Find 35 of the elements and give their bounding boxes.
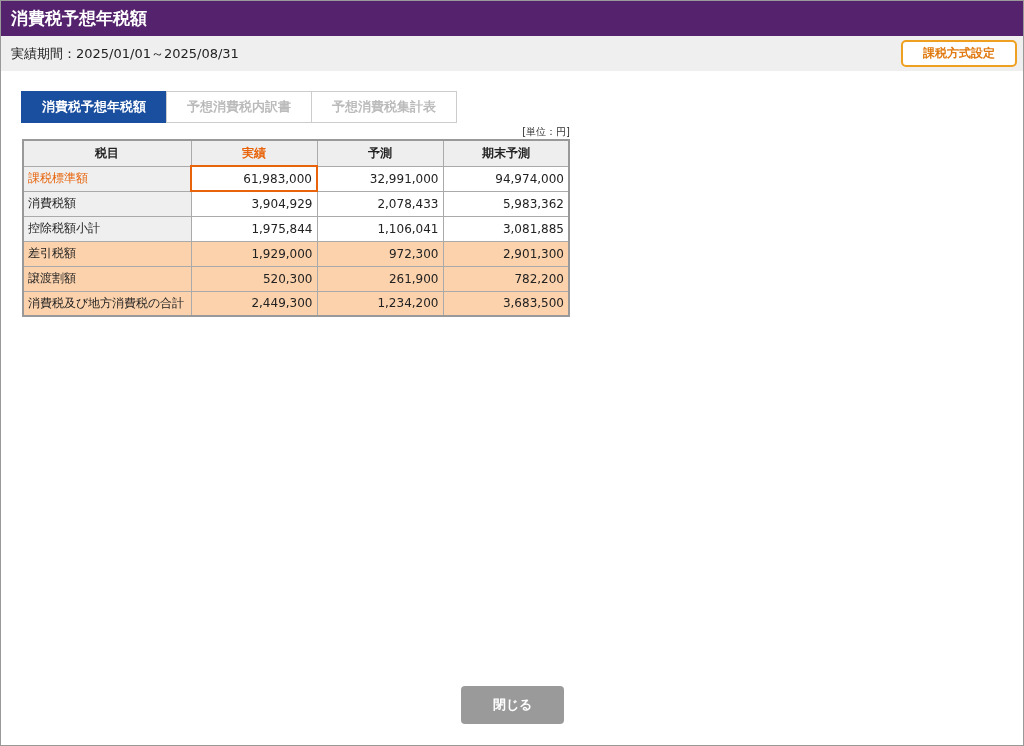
tax-method-settings-button[interactable]: 課税方式設定 xyxy=(901,40,1017,67)
tab[interactable]: 予想消費税集計表 xyxy=(311,91,457,123)
column-header: 期末予測 xyxy=(443,140,569,166)
row-label: 消費税及び地方消費税の合計 xyxy=(23,291,191,316)
table-cell: 782,200 xyxy=(443,266,569,291)
window-title: 消費税予想年税額 xyxy=(1,1,1023,36)
unit-label: [単位：円] xyxy=(521,125,570,139)
table-cell: 3,683,500 xyxy=(443,291,569,316)
column-header: 予測 xyxy=(317,140,443,166)
row-label: 消費税額 xyxy=(23,191,191,216)
table-cell: 520,300 xyxy=(191,266,317,291)
table-cell: 2,449,300 xyxy=(191,291,317,316)
tab[interactable]: 予想消費税内訳書 xyxy=(166,91,312,123)
row-label: 譲渡割額 xyxy=(23,266,191,291)
period-label: 実績期間：2025/01/01～2025/08/31 xyxy=(11,44,239,63)
table-cell: 972,300 xyxy=(317,241,443,266)
table-cell: 1,106,041 xyxy=(317,216,443,241)
tab[interactable]: 消費税予想年税額 xyxy=(21,91,167,123)
row-label: 課税標準額 xyxy=(23,166,191,191)
table-cell: 2,901,300 xyxy=(443,241,569,266)
table-cell: 32,991,000 xyxy=(317,166,443,191)
table-cell: 3,081,885 xyxy=(443,216,569,241)
table-cell: 61,983,000 xyxy=(191,166,317,191)
table-cell: 5,983,362 xyxy=(443,191,569,216)
column-header: 税目 xyxy=(23,140,191,166)
table-cell: 261,900 xyxy=(317,266,443,291)
table-cell: 1,975,844 xyxy=(191,216,317,241)
row-label: 控除税額小計 xyxy=(23,216,191,241)
row-label: 差引税額 xyxy=(23,241,191,266)
table-cell: 1,929,000 xyxy=(191,241,317,266)
table-cell: 2,078,433 xyxy=(317,191,443,216)
table-cell: 94,974,000 xyxy=(443,166,569,191)
table-cell: 1,234,200 xyxy=(317,291,443,316)
table-cell: 3,904,929 xyxy=(191,191,317,216)
column-header: 実績 xyxy=(191,140,317,166)
